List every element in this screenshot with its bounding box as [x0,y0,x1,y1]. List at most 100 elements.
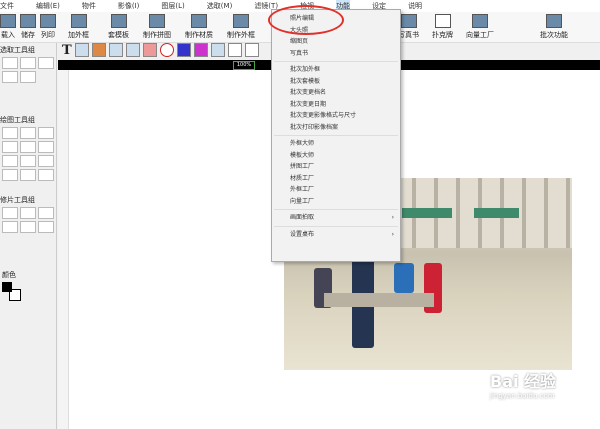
menu-divider [274,209,398,210]
eraser-tool[interactable] [38,141,54,153]
frame-maker-icon [233,14,249,28]
make-collage-button[interactable]: 制作拼图 [143,14,171,40]
menu-help[interactable]: 说明 [408,0,422,12]
menu-divider [274,61,398,62]
retouch-tools [2,207,56,233]
menu-file[interactable]: 文件 [0,0,14,12]
menu-layer[interactable]: 图层(L) [161,0,184,12]
label2-object-icon[interactable] [125,43,140,57]
menu-item-thumbnail-page[interactable]: 缩图页 [272,36,400,48]
submenu-arrow-icon: › [391,214,394,221]
menu-item-set-wallpaper[interactable]: 设置桌布 › [272,229,400,241]
pencil-tool[interactable] [20,127,36,139]
draw-group-label: 绘图工具组 [0,116,35,124]
clone-tool[interactable] [38,221,54,233]
select-tools [2,57,56,83]
make-texture-button[interactable]: 制作材质 [185,14,213,40]
menu-item-vector-factory[interactable]: 向量工厂 [272,196,400,208]
menu-item-batch-template[interactable]: 批次套模板 [272,76,400,88]
arrows-icon[interactable] [244,43,259,57]
bench [324,293,434,307]
menu-item-batch-print[interactable]: 批次打印影像档案 [272,122,400,134]
vector-factory-button[interactable]: 向量工厂 [466,14,494,40]
highlight-circle-annotation [268,5,344,35]
save-button[interactable]: 储存 [20,14,36,40]
frame-object-icon[interactable] [91,43,106,57]
retouch-group-label: 修片工具组 [0,196,35,204]
menu-image[interactable]: 影像(I) [118,0,140,12]
template-button[interactable]: 套模板 [108,14,129,40]
label-object-icon[interactable] [108,43,123,57]
collage-icon [149,14,165,28]
make-frame-button[interactable]: 制作外框 [227,14,255,40]
poker-button[interactable]: 扑克牌 [432,14,453,40]
rect-select-tool[interactable] [2,57,18,69]
frame-icon [70,14,87,28]
menu-select[interactable]: 选取(M) [207,0,233,12]
redeye-tool[interactable] [2,207,18,219]
menu-item-template-master[interactable]: 模板大师 [272,150,400,162]
foreground-color-swatch[interactable] [2,282,12,292]
calendar-icon[interactable] [210,43,225,57]
photo-book-button[interactable]: 写真书 [398,14,419,40]
brush-select-tool[interactable] [20,71,36,83]
menu-item-batch-format[interactable]: 批次变更影像格式与尺寸 [272,110,400,122]
brush-tool[interactable] [38,127,54,139]
lasso-tool[interactable] [38,57,54,69]
select-group-label: 选取工具组 [0,46,35,54]
menu-item-batch-rename[interactable]: 批次变更档名 [272,87,400,99]
menu-item-collage-factory[interactable]: 拼图工厂 [272,161,400,173]
image-object-icon[interactable] [74,43,89,57]
menu-item-frame-factory[interactable]: 外框工厂 [272,184,400,196]
tool-panel: 选取工具组 绘图工具组 修片工具组 [0,43,57,429]
umbrella-green [402,208,452,218]
color-label: 颜色 [2,271,16,279]
function-dropdown-menu: 照片编辑 大头照 缩图页 写真书 批次加外框 批次套模板 批次变更档名 批次变更… [271,9,401,262]
template-icon [110,14,127,28]
add-frame-button[interactable]: 加外框 [68,14,89,40]
menu-item-batch-frame[interactable]: 批次加外框 [272,64,400,76]
color-section: 颜色 [2,268,22,302]
text-tool[interactable]: T [62,43,72,59]
draw-tools [2,127,56,181]
sharpen-tool[interactable] [2,221,18,233]
book-icon [400,14,417,28]
cake-icon[interactable] [193,43,208,57]
bright-tool[interactable] [20,221,36,233]
menu-edit[interactable]: 编辑(E) [36,0,60,12]
menu-item-batch-date[interactable]: 批次变更日期 [272,99,400,111]
printer-icon [40,14,56,28]
pen-tool[interactable] [2,127,18,139]
save-icon [20,14,36,28]
wand-tool[interactable] [2,71,18,83]
menu-item-screen-capture[interactable]: 画面拍取 › [272,212,400,224]
load-button[interactable]: 载入 [0,14,16,40]
baidu-watermark: Bai 经验 jingyan.baidu.com [490,372,557,400]
menu-item-photo-book[interactable]: 写真书 [272,48,400,60]
person [394,263,414,293]
menu-divider [274,135,398,136]
line-tool[interactable] [20,155,36,167]
stamp-tool[interactable] [2,155,18,167]
clock-icon[interactable] [159,43,174,57]
rounded-rect-tool[interactable] [38,169,54,181]
zoom-level[interactable]: 100% [233,61,255,70]
rect-tool[interactable] [2,169,18,181]
batch-icon [546,14,562,28]
smudge-tool[interactable] [20,207,36,219]
ellipse-tool[interactable] [20,169,36,181]
menu-item-frame-master[interactable]: 外框大师 [272,138,400,150]
speech-bubble-icon[interactable] [227,43,242,57]
batch-button[interactable]: 批次功能 [540,14,568,40]
ellipse-select-tool[interactable] [20,57,36,69]
dropper-tool[interactable] [38,155,54,167]
fill-tool[interactable] [20,141,36,153]
menu-object[interactable]: 物件 [82,0,96,12]
menu-item-texture-factory[interactable]: 材质工厂 [272,173,400,185]
print-button[interactable]: 列印 [40,14,56,40]
blur-tool[interactable] [38,207,54,219]
label3-object-icon[interactable] [142,43,157,57]
umbrella-green-2 [474,208,519,218]
spray-tool[interactable] [2,141,18,153]
tag-icon[interactable] [176,43,191,57]
